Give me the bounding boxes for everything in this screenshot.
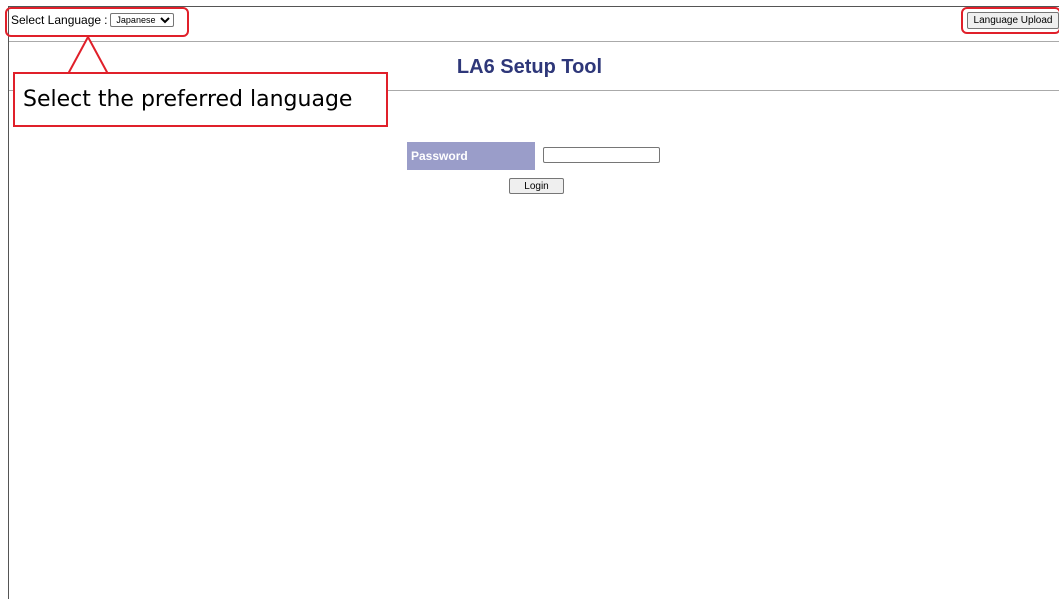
password-label: Password — [407, 142, 535, 170]
language-selector-highlight — [5, 7, 189, 37]
language-upload-highlight — [961, 7, 1059, 34]
page-frame-left-border — [8, 6, 9, 599]
language-callout: Select the preferred language — [13, 72, 388, 127]
login-button[interactable]: Login — [509, 178, 564, 194]
header-divider — [9, 41, 1059, 42]
password-field[interactable] — [543, 147, 660, 163]
